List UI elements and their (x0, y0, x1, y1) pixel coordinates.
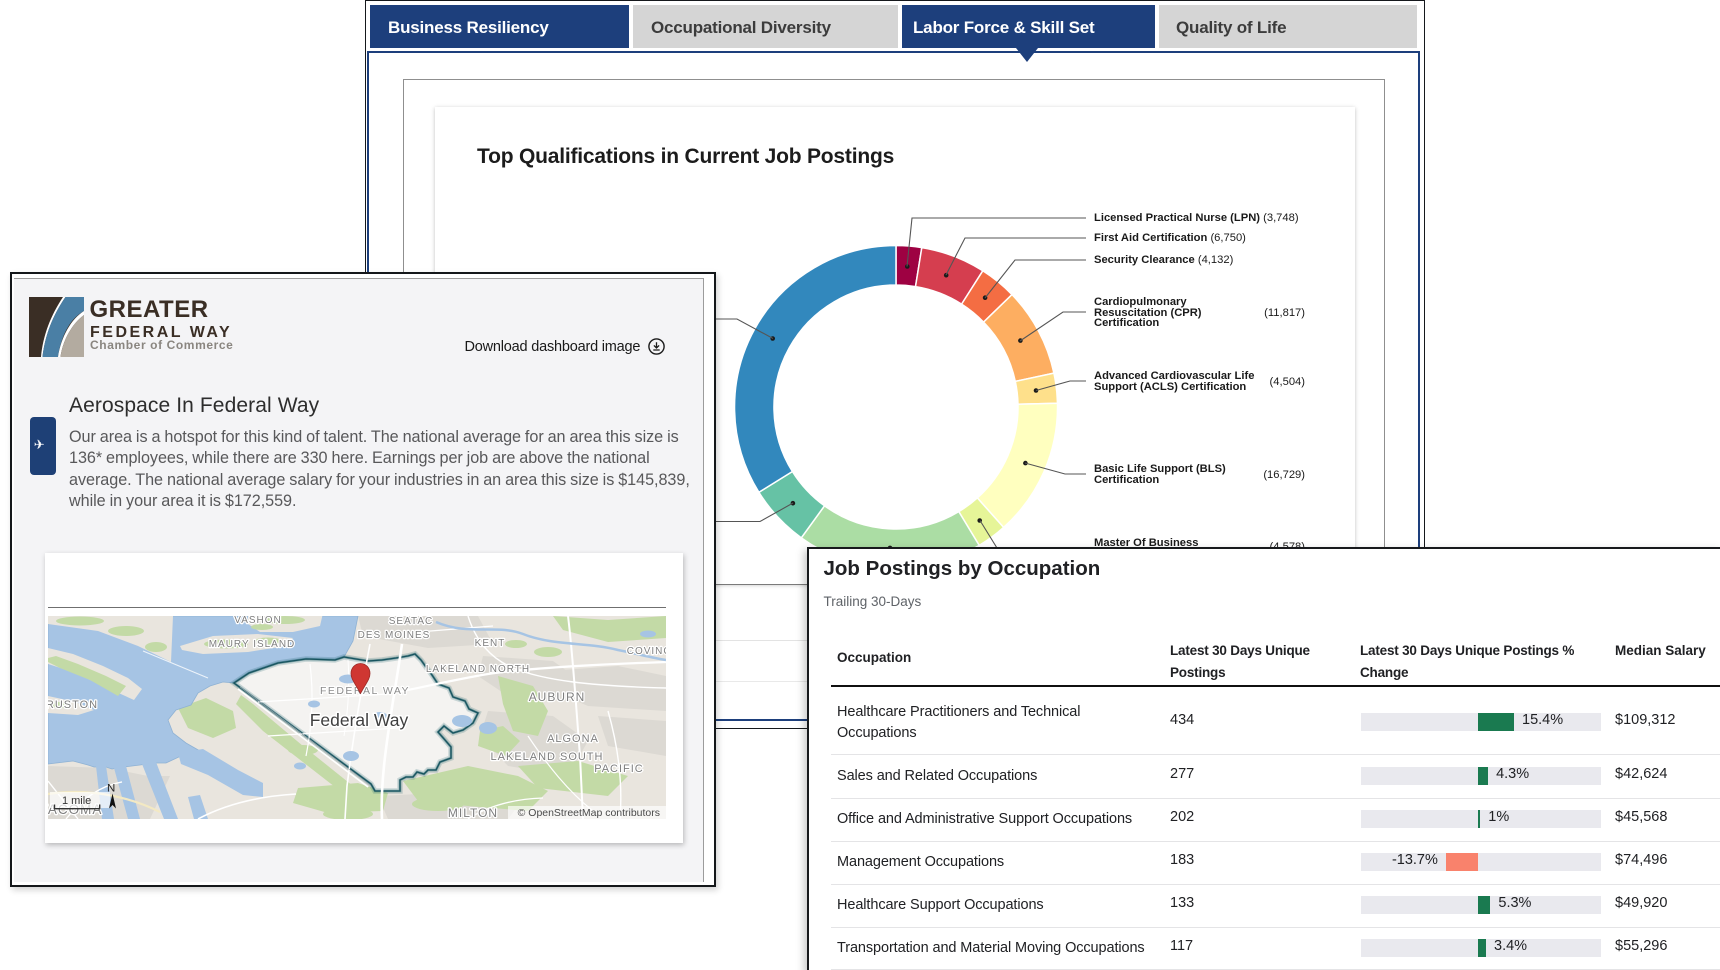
svg-text:N: N (107, 782, 115, 794)
svg-text:© OpenStreetMap contributors: © OpenStreetMap contributors (518, 808, 660, 819)
svg-text:LAKELAND SOUTH: LAKELAND SOUTH (491, 751, 604, 763)
svg-text:AUBURN: AUBURN (529, 690, 586, 704)
svg-text:RUSTON: RUSTON (48, 699, 98, 711)
svg-text:1 mile: 1 mile (62, 795, 91, 807)
svg-text:COVINGT: COVINGT (627, 646, 666, 657)
svg-text:FEDERAL WAY: FEDERAL WAY (320, 686, 410, 697)
svg-text:ALGONA: ALGONA (547, 733, 599, 745)
svg-text:Federal Way: Federal Way (310, 710, 409, 730)
svg-text:VASHON: VASHON (234, 616, 281, 626)
svg-text:MAURY ISLAND: MAURY ISLAND (209, 639, 296, 650)
svg-text:PACIFIC: PACIFIC (594, 763, 644, 775)
svg-text:LAKELAND NORTH: LAKELAND NORTH (426, 664, 530, 675)
svg-text:KENT: KENT (475, 638, 506, 649)
svg-text:DES MOINES: DES MOINES (358, 630, 431, 641)
svg-text:MILTON: MILTON (448, 806, 498, 819)
svg-text:SEATAC: SEATAC (389, 616, 433, 627)
